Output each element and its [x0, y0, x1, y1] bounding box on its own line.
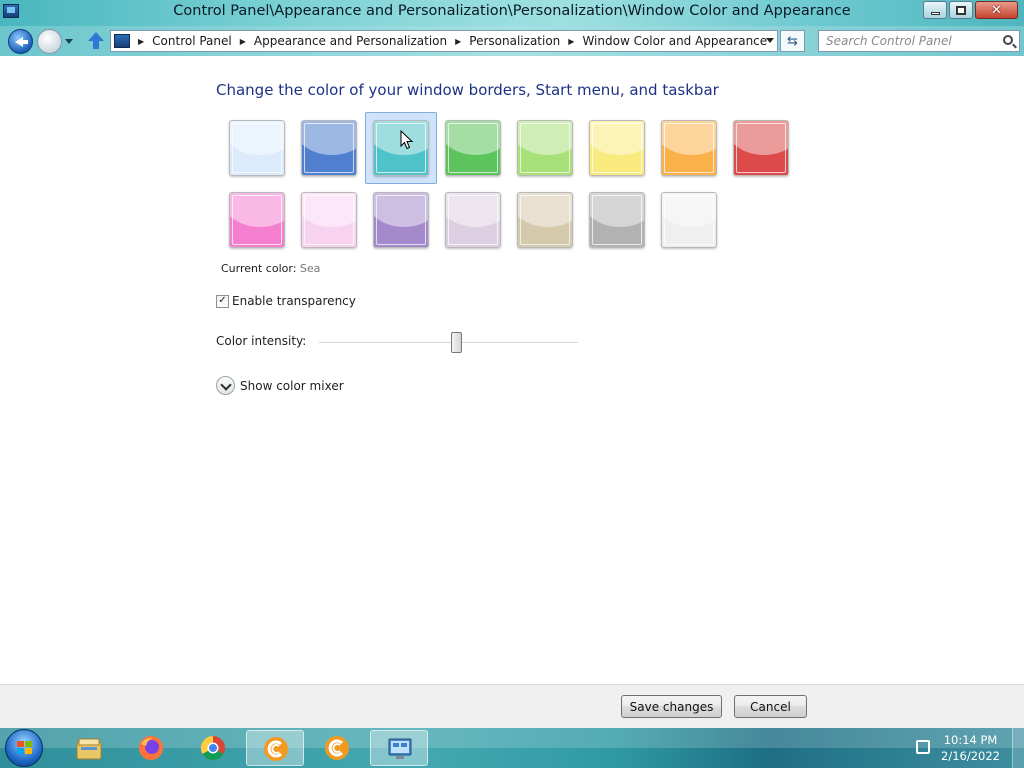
taskbar-ccleaner-2[interactable] [308, 730, 366, 766]
checkmark-icon: ✓ [218, 295, 227, 306]
start-button[interactable] [5, 729, 43, 767]
minimize-button[interactable] [923, 1, 947, 19]
transparency-row[interactable]: ✓ Enable transparency [216, 294, 356, 308]
color-swatch-lavender[interactable] [445, 192, 501, 248]
breadcrumb-appearance[interactable]: Appearance and Personalization [254, 34, 447, 48]
show-desktop-button[interactable] [1012, 728, 1024, 768]
page-heading: Change the color of your window borders,… [216, 81, 719, 99]
chevron-right-icon[interactable]: ▶ [138, 37, 144, 46]
current-color-label: Current color: [221, 262, 297, 275]
forward-button[interactable] [37, 29, 62, 54]
clock-date: 2/16/2022 [941, 749, 1000, 763]
control-panel-icon [114, 34, 130, 48]
color-swatch-ruby[interactable] [733, 120, 789, 176]
search-placeholder: Search Control Panel [826, 34, 952, 48]
firefox-icon [139, 736, 163, 760]
chrome-icon [200, 736, 225, 761]
title-bar: Control Panel\Appearance and Personaliza… [0, 0, 1024, 26]
network-icon[interactable] [916, 740, 930, 754]
color-swatch-pumpkin[interactable] [661, 120, 717, 176]
search-box[interactable]: Search Control Panel [818, 30, 1020, 52]
chevron-right-icon[interactable]: ▶ [568, 37, 574, 46]
breadcrumb-control-panel[interactable]: Control Panel [152, 34, 232, 48]
taskbar: 10:14 PM 2/16/2022 [0, 728, 1024, 768]
color-swatch-lime[interactable] [517, 120, 573, 176]
color-swatch-blush[interactable] [301, 192, 357, 248]
color-swatch-violet[interactable] [373, 192, 429, 248]
minimize-icon [930, 11, 940, 15]
control-panel-icon [388, 738, 412, 759]
close-button[interactable]: ✕ [975, 1, 1018, 19]
window-title: Control Panel\Appearance and Personaliza… [173, 3, 851, 19]
current-color-row: Current color: Sea [221, 262, 320, 275]
navigation-bar: ▶ Control Panel ▶ Appearance and Persona… [0, 26, 1024, 56]
mouse-cursor-icon [400, 130, 414, 150]
back-button[interactable] [8, 29, 33, 54]
ccleaner-icon [325, 736, 349, 760]
search-icon[interactable] [1003, 35, 1013, 45]
transparency-label[interactable]: Enable transparency [232, 294, 356, 308]
breadcrumb-window-color[interactable]: Window Color and Appearance [582, 34, 767, 48]
taskbar-file-explorer[interactable] [60, 730, 118, 766]
color-intensity-slider-track[interactable] [319, 342, 578, 344]
chevron-right-icon[interactable]: ▶ [240, 37, 246, 46]
file-explorer-icon [76, 738, 102, 760]
main-content: Change the color of your window borders,… [0, 56, 1024, 684]
current-color-value: Sea [299, 262, 321, 275]
restore-icon [956, 5, 966, 15]
color-swatch-slate[interactable] [661, 192, 717, 248]
clock-time: 10:14 PM [943, 733, 998, 747]
dialog-button-bar: Save changes Cancel [0, 684, 1024, 728]
show-color-mixer-toggle[interactable]: Show color mixer [216, 376, 344, 395]
window-controls: ✕ [923, 1, 1018, 19]
taskbar-control-panel[interactable] [370, 730, 428, 766]
color-intensity-label: Color intensity: [216, 334, 307, 348]
show-color-mixer-label[interactable]: Show color mixer [240, 379, 344, 393]
transparency-checkbox[interactable]: ✓ [216, 294, 229, 308]
ccleaner-icon [264, 737, 288, 761]
restore-button[interactable] [949, 1, 973, 19]
color-swatch-twilight[interactable] [301, 120, 357, 176]
color-swatch-leaf[interactable] [445, 120, 501, 176]
system-clock[interactable]: 10:14 PM 2/16/2022 [941, 732, 1000, 764]
taskbar-ccleaner-1[interactable] [246, 730, 304, 766]
recent-pages-dropdown[interactable] [65, 39, 73, 44]
close-icon: ✕ [991, 2, 1002, 18]
chevron-right-icon[interactable]: ▶ [455, 37, 461, 46]
color-swatch-fuchsia[interactable] [229, 192, 285, 248]
color-swatch-sun[interactable] [589, 120, 645, 176]
taskbar-chrome[interactable] [184, 730, 242, 766]
address-dropdown-icon[interactable] [766, 38, 774, 43]
up-arrow-icon[interactable] [88, 32, 104, 50]
cancel-button[interactable]: Cancel [734, 695, 807, 718]
color-swatch-sky[interactable] [229, 120, 285, 176]
breadcrumb-personalization[interactable]: Personalization [469, 34, 560, 48]
address-bar[interactable]: ▶ Control Panel ▶ Appearance and Persona… [110, 30, 778, 52]
color-swatch-chocolate[interactable] [589, 192, 645, 248]
refresh-button[interactable]: ⇆ [780, 30, 805, 52]
color-swatch-taupe[interactable] [517, 192, 573, 248]
color-intensity-slider-thumb[interactable] [450, 332, 462, 353]
chevron-down-icon[interactable] [216, 376, 235, 395]
windows-logo-icon [17, 741, 33, 755]
taskbar-firefox[interactable] [122, 730, 180, 766]
refresh-icon: ⇆ [787, 33, 798, 49]
save-changes-button[interactable]: Save changes [621, 695, 722, 718]
